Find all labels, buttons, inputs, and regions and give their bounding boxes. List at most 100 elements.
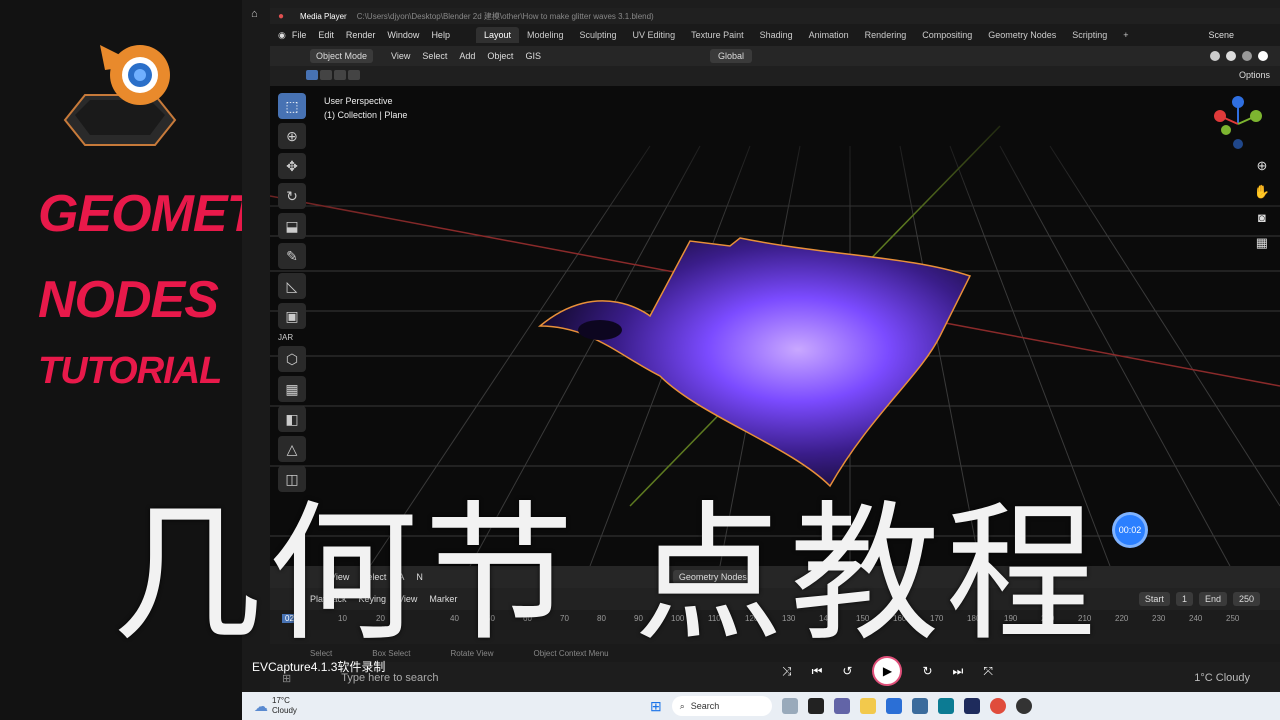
solid-shading-icon[interactable]: [1226, 51, 1236, 61]
menu-object[interactable]: Object: [487, 51, 513, 61]
material-shading-icon[interactable]: [1242, 51, 1252, 61]
measure-tool-icon[interactable]: ◺: [278, 273, 306, 299]
annotate-tool-icon[interactable]: ✎: [278, 243, 306, 269]
shuffle-icon[interactable]: ⤨: [782, 664, 792, 679]
end-frame-field[interactable]: 250: [1232, 592, 1260, 606]
grid-tool-icon[interactable]: ▦: [278, 376, 306, 402]
menu-gis[interactable]: GIS: [525, 51, 541, 61]
tab-texture-paint[interactable]: Texture Paint: [683, 27, 752, 43]
tool-shelf: ⬚ ⊕ ✥ ↻ ⬓ ✎ ◺ ▣ JAR ⬡ ▦ ◧ △ ◫: [278, 93, 308, 496]
blender-menu: File Edit Render Window Help: [292, 30, 450, 40]
rotate-tool-icon[interactable]: ↻: [278, 183, 306, 209]
player-path: C:\Users\djyon\Desktop\Blender 2d 建模\oth…: [356, 11, 654, 21]
teams-icon[interactable]: [833, 698, 850, 714]
ruler-tick: 230: [1152, 614, 1166, 623]
tab-layout[interactable]: Layout: [475, 27, 519, 43]
ruler-tick: 240: [1189, 614, 1203, 623]
menu-file[interactable]: File: [292, 30, 307, 40]
tab-sculpting[interactable]: Sculpting: [572, 27, 625, 43]
add-cube-tool-icon[interactable]: ▣: [278, 303, 306, 329]
start-frame-field[interactable]: 1: [1175, 592, 1193, 606]
selection-mode-buttons[interactable]: [306, 70, 360, 80]
task-view-icon[interactable]: [807, 698, 824, 714]
camera-icon[interactable]: ◙: [1258, 210, 1266, 225]
chrome-icon[interactable]: [989, 698, 1006, 714]
select-box-tool-icon[interactable]: ⬚: [278, 93, 306, 119]
home-icon[interactable]: ⌂: [251, 8, 258, 20]
player-title: Media Player: [300, 11, 347, 21]
blender-menu-icon[interactable]: ◉: [278, 30, 286, 41]
viewport-subheader: Options: [270, 66, 1280, 86]
menu-render[interactable]: Render: [346, 30, 376, 40]
store-icon[interactable]: [911, 698, 928, 714]
tab-shading[interactable]: Shading: [752, 27, 801, 43]
menu-help[interactable]: Help: [431, 30, 450, 40]
viewport-collection-label: (1) Collection | Plane: [324, 110, 408, 120]
weather-desc: Cloudy: [272, 706, 297, 715]
mail-icon[interactable]: [885, 698, 902, 714]
windows-taskbar: ☁ 17°C Cloudy ⊞ ⌕ Search: [242, 692, 1280, 720]
forward-30-icon[interactable]: ↻: [922, 664, 932, 678]
rendered-shading-icon[interactable]: [1258, 51, 1268, 61]
windows-start-icon[interactable]: ⊞: [650, 698, 662, 715]
mode-dropdown[interactable]: Object Mode: [310, 49, 374, 63]
cursor-tool-icon[interactable]: ⊕: [278, 123, 306, 149]
shape-tool-icon[interactable]: △: [278, 436, 306, 462]
taskbar-apps: ⊞ ⌕ Search: [650, 696, 1032, 716]
zoom-icon[interactable]: ⊕: [1256, 158, 1267, 174]
split-tool-icon[interactable]: ◧: [278, 406, 306, 432]
search-icon: ⌕: [679, 700, 685, 711]
media-player-icon: ●: [278, 10, 285, 22]
options-dropdown[interactable]: Options: [1239, 70, 1270, 80]
viewport-nav-icons: ⊕ ✋ ◙ ▦: [1254, 158, 1270, 251]
jar-tool-icon[interactable]: ⬡: [278, 346, 306, 372]
menu-window[interactable]: Window: [387, 30, 419, 40]
viewport-perspective-label: User Perspective: [324, 96, 393, 106]
viewport-menu: View Select Add Object GIS: [391, 51, 541, 61]
navigation-gizmo[interactable]: [1208, 94, 1268, 154]
tab-modeling[interactable]: Modeling: [519, 27, 572, 43]
media-player-taskbar-icon[interactable]: [1015, 698, 1032, 714]
scene-selector[interactable]: Scene: [1208, 30, 1234, 40]
shading-buttons: [1210, 51, 1268, 61]
taskbar-weather[interactable]: ☁ 17°C Cloudy: [254, 696, 297, 716]
previous-icon[interactable]: ⏮: [812, 664, 823, 679]
menu-select[interactable]: Select: [422, 51, 447, 61]
tab-geometry-nodes[interactable]: Geometry Nodes: [980, 27, 1064, 43]
menu-add[interactable]: Add: [459, 51, 475, 61]
scale-tool-icon[interactable]: ⬓: [278, 213, 306, 239]
tab-scripting[interactable]: Scripting: [1064, 27, 1115, 43]
blender-topbar: ◉ File Edit Render Window Help Layout Mo…: [270, 24, 1280, 46]
video-caption: 几何节 点教程: [112, 488, 1102, 662]
transform-orientation-dropdown[interactable]: Global: [710, 49, 753, 63]
promo-title-line3: TUTORIAL: [38, 350, 222, 392]
viewport-header: Object Mode View Select Add Object GIS G…: [270, 46, 1280, 66]
toolbar-section-label: JAR: [278, 333, 294, 342]
tab-uv-editing[interactable]: UV Editing: [625, 27, 684, 43]
rewind-10-icon[interactable]: ↺: [842, 664, 852, 678]
tab-compositing[interactable]: Compositing: [914, 27, 980, 43]
pan-hand-icon[interactable]: ✋: [1254, 184, 1270, 200]
move-tool-icon[interactable]: ✥: [278, 153, 306, 179]
time-badge: 00:02: [1115, 515, 1145, 545]
cloud-icon: ☁: [254, 698, 268, 714]
add-workspace-icon[interactable]: +: [1115, 27, 1136, 43]
screen: GEOMETRY NODES TUTORIAL ⌂ ● Media Player…: [0, 0, 1280, 720]
wireframe-shading-icon[interactable]: [1210, 51, 1220, 61]
menu-view[interactable]: View: [391, 51, 410, 61]
tab-rendering[interactable]: Rendering: [857, 27, 915, 43]
blender-logo-icon: [63, 45, 177, 146]
menu-edit[interactable]: Edit: [318, 30, 334, 40]
next-icon[interactable]: ⏭: [953, 664, 964, 679]
taskbar-search[interactable]: ⌕ Search: [671, 696, 772, 716]
photoshop-icon[interactable]: [963, 698, 980, 714]
edge-icon[interactable]: [937, 698, 954, 714]
file-explorer-icon[interactable]: [859, 698, 876, 714]
perspective-grid-icon[interactable]: ▦: [1256, 235, 1268, 251]
widgets-icon[interactable]: [781, 698, 798, 714]
frame-range: Start 1 End 250: [1138, 592, 1260, 606]
end-label: End: [1198, 592, 1227, 606]
tab-animation[interactable]: Animation: [801, 27, 857, 43]
player-titlebar: ● Media Player C:\Users\djyon\Desktop\Bl…: [270, 8, 1280, 24]
repeat-icon[interactable]: ⤧: [983, 664, 993, 679]
